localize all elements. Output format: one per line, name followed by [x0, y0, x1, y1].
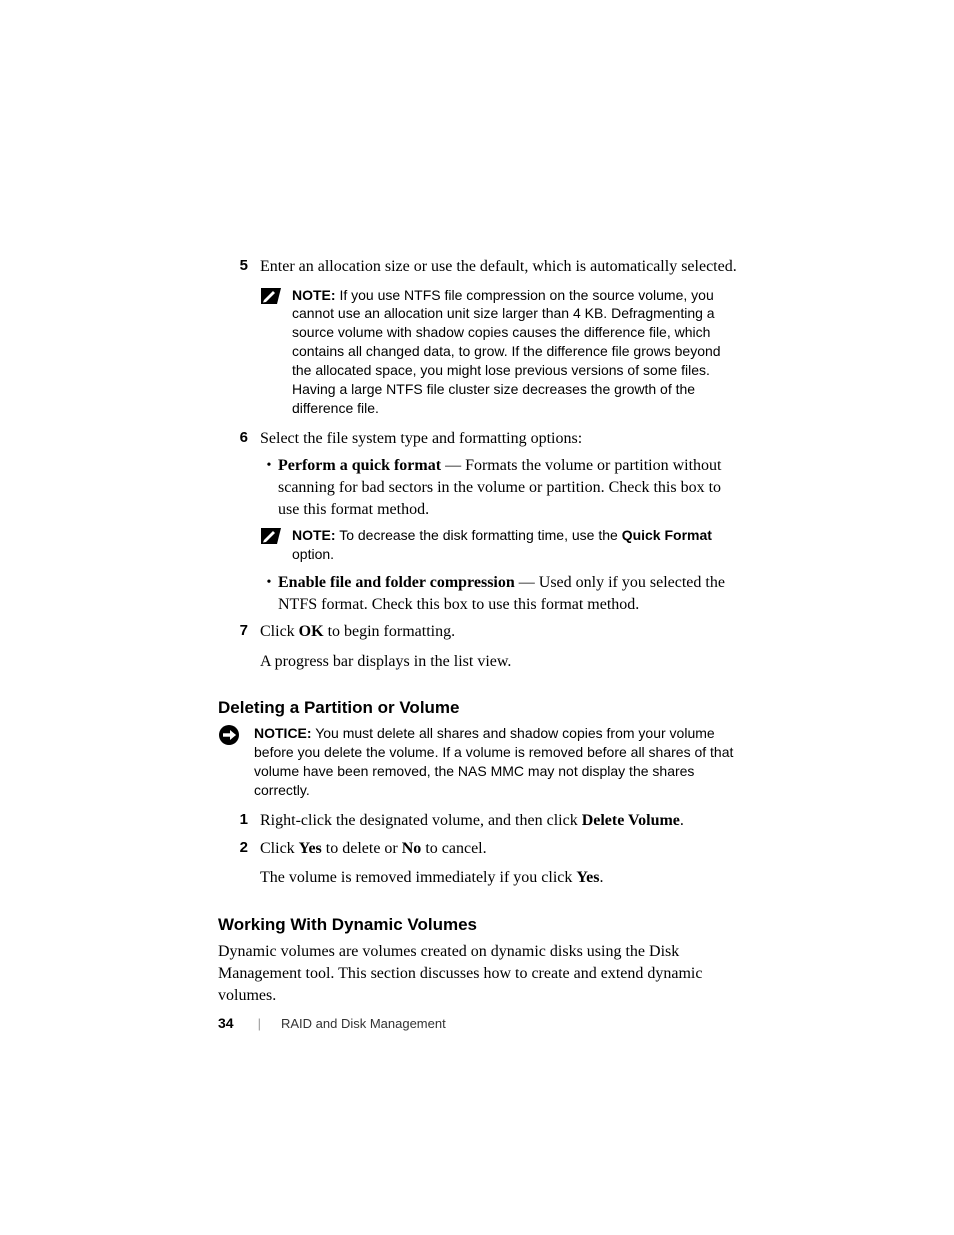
note-text: NOTE: To decrease the disk formatting ti… — [292, 526, 740, 564]
step-6-bullets-2: • Enable file and folder compression — U… — [260, 572, 740, 615]
step-6: 6 Select the file system type and format… — [218, 428, 740, 450]
step-7-followup: A progress bar displays in the list view… — [260, 651, 740, 673]
notice-text: NOTICE: You must delete all shares and s… — [254, 724, 740, 800]
heading-deleting: Deleting a Partition or Volume — [218, 698, 740, 718]
bullet-marker: • — [260, 572, 278, 593]
step-text: Select the file system type and formatti… — [260, 428, 740, 450]
note-pre: To decrease the disk formatting time, us… — [336, 527, 622, 543]
page-footer: 34 | RAID and Disk Management — [218, 1015, 446, 1031]
post: . — [680, 812, 684, 829]
step-5: 5 Enter an allocation size or use the de… — [218, 256, 740, 278]
bullet-lead: Enable file and folder compression — [278, 574, 515, 591]
bullet-enable-compression: • Enable file and folder compression — U… — [260, 572, 740, 615]
step-number: 5 — [218, 256, 260, 276]
delete-step-2-followup: The volume is removed immediately if you… — [260, 867, 740, 889]
pre: Click — [260, 623, 299, 640]
after-yes: Yes — [576, 869, 599, 886]
notice-icon — [218, 724, 244, 746]
note-icon — [260, 527, 284, 545]
post: to begin formatting. — [324, 623, 456, 640]
step-text: Right-click the designated volume, and t… — [260, 810, 740, 832]
dynamic-intro: Dynamic volumes are volumes created on d… — [218, 941, 740, 1008]
step-number: 6 — [218, 428, 260, 448]
pre: Click — [260, 840, 299, 857]
note-label: NOTE: — [292, 287, 336, 303]
step-6-bullets: • Perform a quick format — Formats the v… — [260, 455, 740, 520]
note-body: If you use NTFS file compression on the … — [292, 287, 721, 416]
bullet-marker: • — [260, 455, 278, 476]
notice-label: NOTICE: — [254, 725, 312, 741]
bullet-text: Enable file and folder compression — Use… — [278, 572, 740, 615]
footer-separator: | — [258, 1016, 261, 1031]
bullet-lead: Perform a quick format — [278, 457, 441, 474]
pre: Right-click the designated volume, and t… — [260, 812, 582, 829]
note-icon — [260, 287, 284, 305]
note-block-1: NOTE: If you use NTFS file compression o… — [260, 286, 740, 418]
step-7: 7 Click OK to begin formatting. — [218, 621, 740, 643]
ok-label: OK — [299, 623, 324, 640]
post: to cancel. — [421, 840, 486, 857]
bullet-quick-format: • Perform a quick format — Formats the v… — [260, 455, 740, 520]
heading-dynamic: Working With Dynamic Volumes — [218, 915, 740, 935]
note-text: NOTE: If you use NTFS file compression o… — [292, 286, 740, 418]
notice-body: You must delete all shares and shadow co… — [254, 725, 733, 798]
delete-step-1: 1 Right-click the designated volume, and… — [218, 810, 740, 832]
notice-block: NOTICE: You must delete all shares and s… — [218, 724, 740, 800]
step-text: Click OK to begin formatting. — [260, 621, 740, 643]
yes-label: Yes — [299, 840, 322, 857]
step-number: 2 — [218, 838, 260, 858]
note-label: NOTE: — [292, 527, 336, 543]
bullet-text: Perform a quick format — Formats the vol… — [278, 455, 740, 520]
note-post: option. — [292, 546, 334, 562]
mid: to delete or — [322, 840, 402, 857]
after-post: . — [599, 869, 603, 886]
delete-step-2: 2 Click Yes to delete or No to cancel. — [218, 838, 740, 860]
note-block-2: NOTE: To decrease the disk formatting ti… — [260, 526, 740, 564]
after-pre: The volume is removed immediately if you… — [260, 869, 576, 886]
delete-volume-label: Delete Volume — [582, 812, 680, 829]
step-text: Enter an allocation size or use the defa… — [260, 256, 740, 278]
page-content: 5 Enter an allocation size or use the de… — [218, 256, 740, 1008]
step-text: Click Yes to delete or No to cancel. — [260, 838, 740, 860]
no-label: No — [402, 840, 422, 857]
note-keyword: Quick Format — [622, 527, 712, 543]
step-number: 7 — [218, 621, 260, 641]
footer-title: RAID and Disk Management — [281, 1016, 446, 1031]
page-number: 34 — [218, 1015, 234, 1031]
step-number: 1 — [218, 810, 260, 830]
